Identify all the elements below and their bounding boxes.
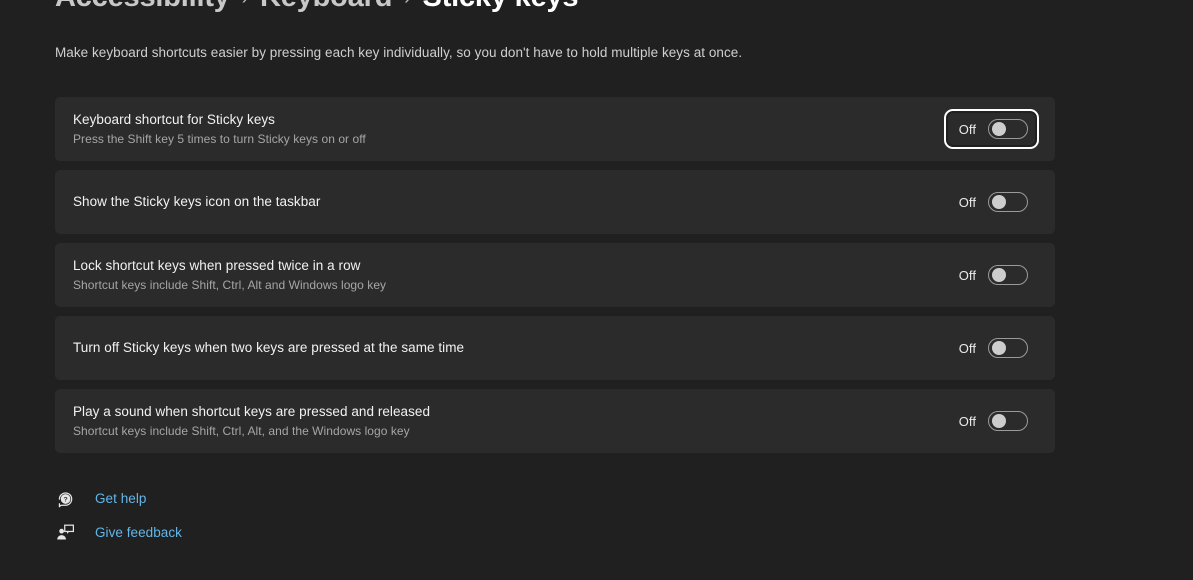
breadcrumb-item-sticky-keys: Sticky keys	[423, 0, 579, 14]
toggle-switch[interactable]	[988, 411, 1028, 431]
setting-subtitle: Shortcut keys include Shift, Ctrl, Alt, …	[73, 424, 410, 438]
setting-row-keyboard-shortcut[interactable]: Keyboard shortcut for Sticky keys Press …	[55, 97, 1055, 161]
breadcrumb-item-keyboard[interactable]: Keyboard	[260, 0, 392, 14]
page-description: Make keyboard shortcuts easier by pressi…	[55, 45, 743, 60]
toggle-state-label: Off	[958, 121, 976, 137]
toggle-switch[interactable]	[988, 338, 1028, 358]
toggle-knob	[992, 414, 1006, 428]
toggle-knob	[992, 122, 1006, 136]
setting-text: Play a sound when shortcut keys are pres…	[73, 403, 430, 439]
toggle-switch[interactable]	[988, 119, 1028, 139]
help-question-icon: ?	[55, 488, 75, 508]
feedback-person-icon	[55, 522, 75, 542]
setting-title: Show the Sticky keys icon on the taskbar	[73, 194, 321, 209]
setting-title: Lock shortcut keys when pressed twice in…	[73, 258, 361, 273]
setting-subtitle: Shortcut keys include Shift, Ctrl, Alt a…	[73, 278, 387, 292]
give-feedback-label: Give feedback	[95, 524, 182, 540]
svg-text:?: ?	[63, 496, 67, 503]
setting-subtitle: Press the Shift key 5 times to turn Stic…	[73, 132, 366, 146]
get-help-link[interactable]: ? Get help	[55, 487, 182, 509]
setting-title: Turn off Sticky keys when two keys are p…	[73, 340, 465, 355]
setting-text: Turn off Sticky keys when two keys are p…	[73, 339, 464, 357]
settings-page: Accessibility › Keyboard › Sticky keys M…	[0, 0, 1193, 580]
toggle-taskbar-icon[interactable]: Off	[946, 184, 1037, 220]
toggle-knob	[992, 268, 1006, 282]
breadcrumb-item-accessibility[interactable]: Accessibility	[55, 0, 230, 14]
toggle-state-label: Off	[958, 267, 976, 283]
breadcrumb-separator-icon: ›	[404, 0, 410, 10]
setting-row-turn-off-two-keys[interactable]: Turn off Sticky keys when two keys are p…	[55, 316, 1055, 380]
give-feedback-link[interactable]: Give feedback	[55, 521, 182, 543]
setting-title: Keyboard shortcut for Sticky keys	[73, 112, 275, 127]
breadcrumb-separator-icon: ›	[242, 0, 248, 10]
toggle-switch[interactable]	[988, 265, 1028, 285]
toggle-lock-shortcut-keys[interactable]: Off	[946, 257, 1037, 293]
setting-row-play-sound[interactable]: Play a sound when shortcut keys are pres…	[55, 389, 1055, 453]
toggle-knob	[992, 341, 1006, 355]
setting-text: Keyboard shortcut for Sticky keys Press …	[73, 111, 366, 147]
toggle-state-label: Off	[958, 194, 976, 210]
toggle-state-label: Off	[958, 413, 976, 429]
toggle-play-sound[interactable]: Off	[946, 403, 1037, 439]
get-help-label: Get help	[95, 490, 147, 506]
breadcrumb: Accessibility › Keyboard › Sticky keys	[55, 0, 579, 14]
setting-row-lock-shortcut-keys[interactable]: Lock shortcut keys when pressed twice in…	[55, 243, 1055, 307]
setting-row-taskbar-icon[interactable]: Show the Sticky keys icon on the taskbar…	[55, 170, 1055, 234]
settings-card-list: Keyboard shortcut for Sticky keys Press …	[55, 97, 1055, 462]
toggle-keyboard-shortcut[interactable]: Off	[943, 109, 1040, 149]
setting-text: Show the Sticky keys icon on the taskbar	[73, 193, 320, 211]
toggle-switch[interactable]	[988, 192, 1028, 212]
setting-title: Play a sound when shortcut keys are pres…	[73, 404, 431, 419]
setting-text: Lock shortcut keys when pressed twice in…	[73, 257, 386, 293]
footer-links: ? Get help Give feedback	[55, 487, 182, 543]
toggle-state-label: Off	[958, 340, 976, 356]
toggle-turn-off-two-keys[interactable]: Off	[946, 330, 1037, 366]
toggle-knob	[992, 195, 1006, 209]
